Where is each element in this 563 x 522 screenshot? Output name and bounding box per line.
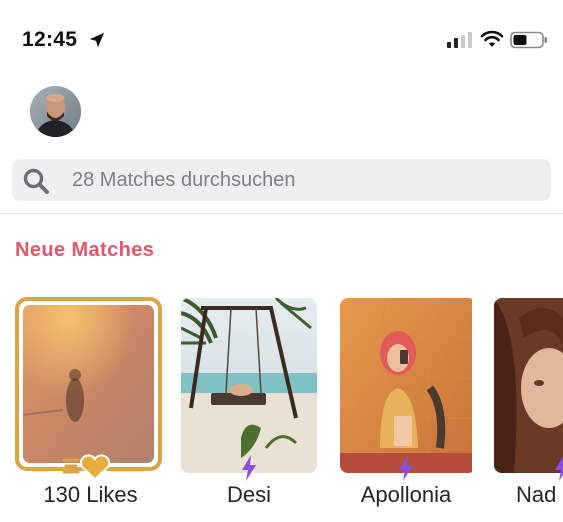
boost-bolt-icon (555, 456, 563, 481)
search-input[interactable] (72, 159, 532, 201)
match-name-desi: Desi (226, 482, 271, 507)
search-icon (23, 168, 49, 194)
likes-count-label: 130 Likes (43, 482, 138, 507)
avatar-photo (30, 86, 81, 137)
boost-bolt-icon (242, 455, 256, 481)
match-photo (494, 298, 563, 473)
likes-heart-icon (62, 454, 110, 481)
section-title-new-matches: Neue Matches (15, 239, 155, 261)
likes-card[interactable] (15, 297, 162, 471)
match-name-nad: Nad (516, 482, 557, 507)
match-photo (340, 298, 472, 473)
match-card-nad[interactable] (494, 298, 563, 473)
status-time: 12:45 (22, 28, 78, 51)
location-arrow-icon (89, 32, 105, 48)
match-card-apollonia[interactable] (340, 298, 476, 473)
likes-card-blurred-photo (23, 305, 154, 463)
match-photo (181, 298, 317, 473)
battery-icon (510, 31, 547, 49)
match-card-desi[interactable] (181, 298, 317, 473)
cellular-signal-icon (447, 32, 472, 48)
divider (0, 213, 563, 214)
match-name-apollonia: Apollonia (360, 482, 452, 507)
profile-avatar[interactable] (30, 86, 81, 137)
boost-bolt-icon (399, 455, 413, 481)
wifi-icon (480, 30, 504, 47)
search-bar[interactable] (12, 159, 551, 201)
status-bar: 12:45 (0, 0, 563, 80)
